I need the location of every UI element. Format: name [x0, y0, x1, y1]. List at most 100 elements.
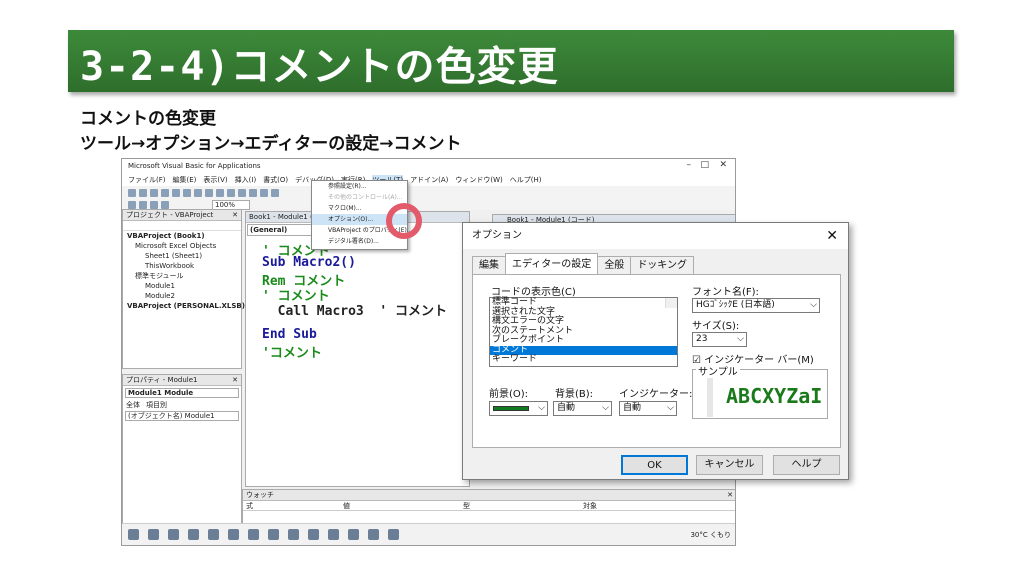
minimize-icon[interactable]: –: [687, 160, 692, 170]
app-icon[interactable]: [328, 529, 339, 540]
foreground-combo[interactable]: ⌵: [489, 401, 548, 416]
background-combo[interactable]: 自動 ⌵: [553, 401, 612, 416]
menu-window[interactable]: ウィンドウ(W): [455, 175, 502, 185]
menu-format[interactable]: 書式(O): [263, 175, 288, 185]
indicator-color-combo[interactable]: 自動 ⌵: [619, 401, 677, 416]
tree-node[interactable]: 標準モジュール: [123, 271, 241, 281]
tab-docking[interactable]: ドッキング: [630, 256, 695, 274]
subtitle-line-2: ツール→オプション→エディターの設定→コメント: [80, 134, 462, 154]
code-line[interactable]: Sub Macro2(): [262, 255, 356, 270]
tree-node[interactable]: Module1: [123, 281, 241, 291]
edge-icon[interactable]: [168, 529, 179, 540]
size-combo[interactable]: 23 ⌵: [692, 332, 747, 347]
object-combo[interactable]: Module1 Module: [125, 388, 239, 398]
tab-all[interactable]: 全体: [126, 400, 140, 410]
excel-icon[interactable]: [388, 529, 399, 540]
font-combo[interactable]: HGｺﾞｼｯｸE (日本語) ⌵: [692, 298, 820, 313]
design-mode-icon[interactable]: [260, 188, 268, 197]
tree-node[interactable]: ThisWorkbook: [123, 261, 241, 271]
close-icon[interactable]: ✕: [719, 160, 727, 170]
paste-icon[interactable]: [183, 188, 191, 197]
menu-edit[interactable]: 編集(E): [173, 175, 197, 185]
menu-item-additional-controls: その他のコントロール(A)...: [328, 194, 403, 201]
menu-item-references[interactable]: 参照設定(R)...: [312, 181, 407, 192]
indent-icon[interactable]: [139, 200, 147, 209]
close-icon[interactable]: ✕: [232, 375, 238, 386]
code-line[interactable]: Call Macro3 ' コメント: [262, 300, 447, 319]
help-button[interactable]: ヘルプ: [773, 455, 840, 475]
properties-pane: プロパティ - Module1 ✕ Module1 Module 全体 項目別 (…: [122, 374, 242, 524]
menu-item-digital-signature[interactable]: デジタル署名(D)...: [312, 236, 407, 247]
project-tree: VBAProject (Book1) Microsoft Excel Objec…: [123, 231, 245, 311]
excel-icon[interactable]: [128, 188, 136, 197]
app-icon[interactable]: [208, 529, 219, 540]
start-icon[interactable]: [128, 529, 139, 540]
app-icon[interactable]: [348, 529, 359, 540]
cut-icon[interactable]: [161, 188, 169, 197]
redo-icon[interactable]: [216, 188, 224, 197]
vscode-icon[interactable]: [368, 529, 379, 540]
tab-editor-format[interactable]: エディターの設定: [505, 253, 599, 274]
tree-node[interactable]: Sheet1 (Sheet1): [123, 251, 241, 261]
list-icon[interactable]: [128, 200, 136, 209]
close-icon[interactable]: ✕: [826, 223, 838, 249]
task-view-icon[interactable]: [148, 529, 159, 540]
tab-general[interactable]: 全般: [597, 256, 632, 274]
code-line[interactable]: End Sub: [262, 327, 317, 342]
menu-help[interactable]: ヘルプ(H): [510, 175, 542, 185]
close-icon[interactable]: ✕: [727, 490, 733, 501]
cancel-button[interactable]: キャンセル: [696, 455, 763, 475]
app-icon[interactable]: [308, 529, 319, 540]
project-pane: プロジェクト - VBAProject ✕ VBAProject (Book1) …: [122, 209, 245, 369]
tree-node[interactable]: Module2: [123, 291, 241, 301]
list-item[interactable]: キーワード: [490, 354, 677, 365]
project-explorer-icon[interactable]: [271, 188, 279, 197]
tree-node[interactable]: VBAProject (PERSONAL.XLSB): [123, 301, 245, 311]
zoom-combo[interactable]: 100%: [212, 199, 251, 210]
insert-icon[interactable]: [139, 188, 147, 197]
code-colors-list[interactable]: 標準コード 選択された文字 構文エラーの文字 次のステートメント ブレークポイン…: [489, 297, 678, 367]
outdent-icon[interactable]: [150, 200, 158, 209]
pause-icon[interactable]: [238, 188, 246, 197]
weather-text[interactable]: 30°C くもり: [690, 530, 731, 540]
code-line[interactable]: 'コメント: [262, 342, 322, 361]
undo-icon[interactable]: [205, 188, 213, 197]
comment-block-icon[interactable]: [161, 200, 169, 209]
menu-addins[interactable]: アドイン(A): [410, 175, 448, 185]
list-scrollbar[interactable]: [665, 298, 677, 308]
run-icon[interactable]: [227, 188, 235, 197]
find-icon[interactable]: [194, 188, 202, 197]
tab-category[interactable]: 項目別: [146, 400, 167, 410]
size-label: サイズ(S):: [692, 321, 740, 332]
app-icon[interactable]: [268, 529, 279, 540]
size-value: 23: [696, 334, 708, 344]
dialog-title: オプション: [472, 230, 522, 241]
tab-edit[interactable]: 編集: [472, 256, 506, 274]
property-row[interactable]: (オブジェクト名) Module1: [125, 411, 239, 421]
save-icon[interactable]: [150, 188, 158, 197]
options-dialog: オプション ✕ 編集 エディターの設定 全般 ドッキング コードの表示色(C) …: [462, 222, 849, 480]
menu-view[interactable]: 表示(V): [203, 175, 227, 185]
app-icon[interactable]: [188, 529, 199, 540]
dialog-tabs: 編集 エディターの設定 全般 ドッキング: [472, 253, 695, 274]
close-icon[interactable]: ✕: [232, 210, 238, 221]
tree-node[interactable]: Microsoft Excel Objects: [123, 241, 241, 251]
chevron-down-icon: ⌵: [737, 334, 744, 344]
stop-icon[interactable]: [249, 188, 257, 197]
app-icon[interactable]: [228, 529, 239, 540]
dialog-titlebar: オプション ✕: [463, 223, 848, 249]
copy-icon[interactable]: [172, 188, 180, 197]
tree-node[interactable]: VBAProject (Book1): [123, 231, 241, 241]
ok-button[interactable]: OK: [621, 455, 688, 475]
app-icon[interactable]: [288, 529, 299, 540]
project-pane-title: プロジェクト - VBAProject: [126, 211, 214, 219]
vbe-toolbar: [122, 186, 735, 199]
subtitle-line-1: コメントの色変更: [80, 109, 216, 129]
app-icon[interactable]: [248, 529, 259, 540]
indicator-value: 自動: [623, 403, 642, 413]
menu-insert[interactable]: 挿入(I): [235, 175, 257, 185]
menu-file[interactable]: ファイル(F): [128, 175, 166, 185]
maximize-icon[interactable]: □: [700, 160, 709, 170]
taskbar: 30°C くもり: [122, 523, 735, 545]
watch-title: ウォッチ: [246, 491, 274, 499]
